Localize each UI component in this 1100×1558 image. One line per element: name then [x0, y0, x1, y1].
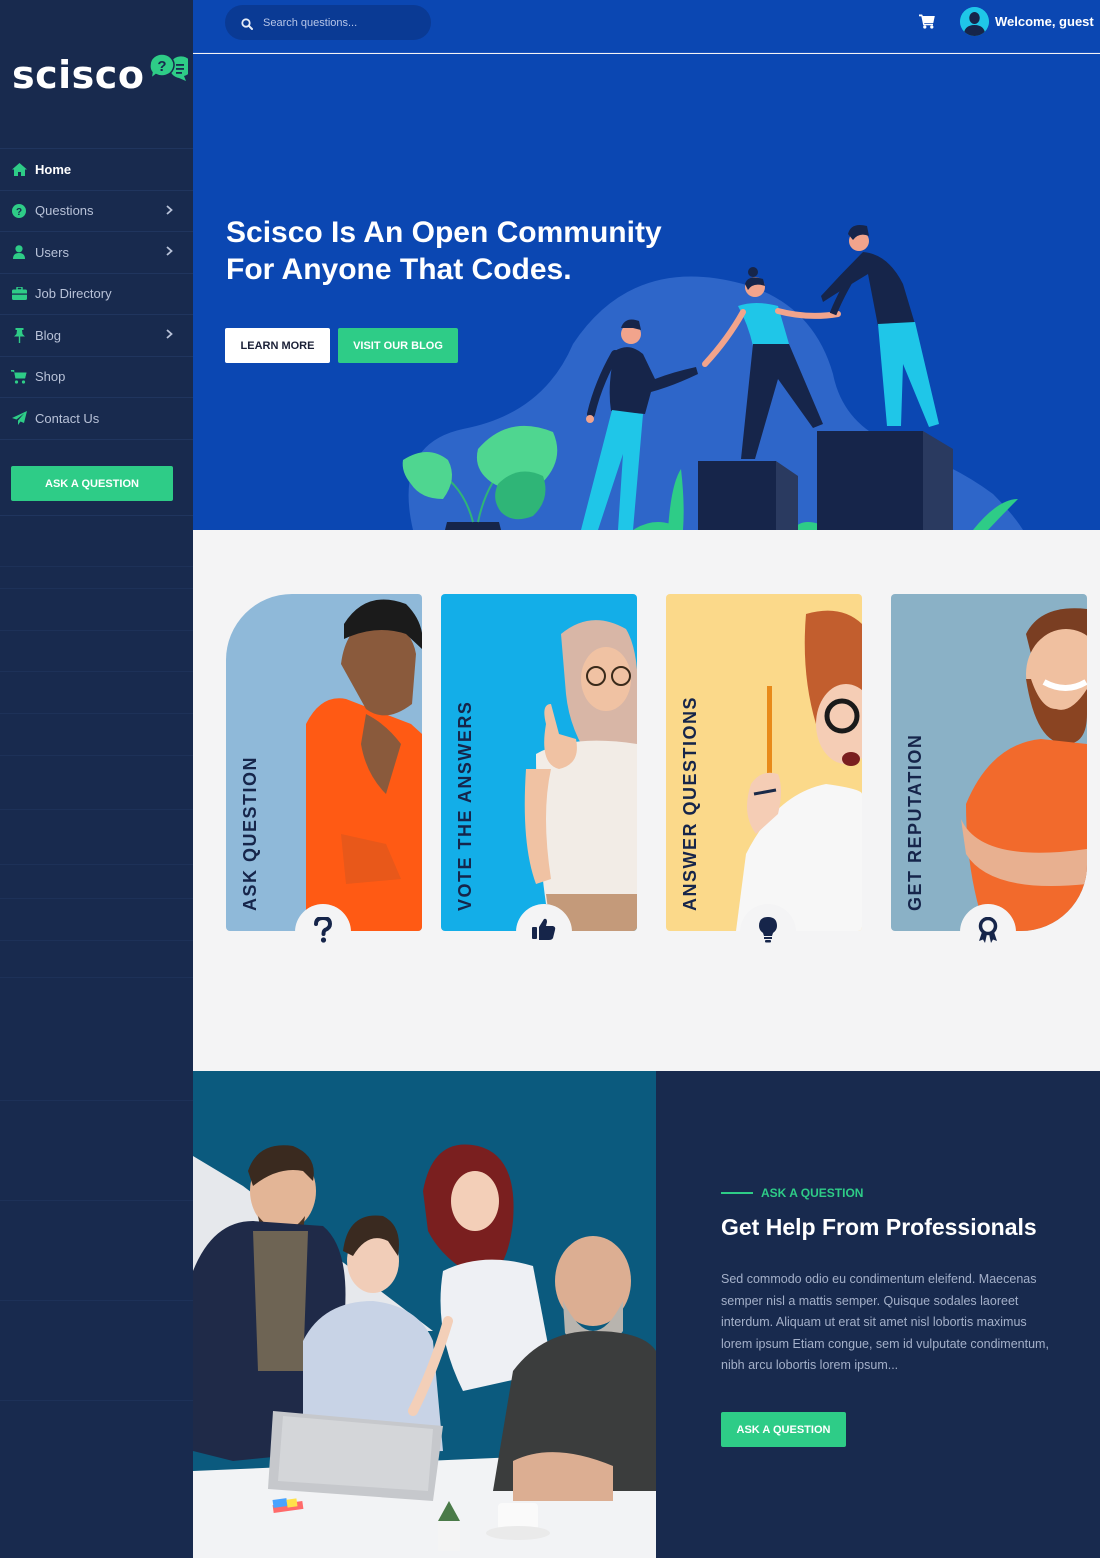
sidebar-item-contact-us[interactable]: Contact Us	[0, 398, 193, 440]
sidebar-item-job-directory[interactable]: Job Directory	[0, 274, 193, 315]
feature-badge	[740, 904, 796, 960]
divider	[0, 1300, 193, 1301]
logo-text: scisco	[12, 53, 145, 97]
sidebar-nav: Home ? Questions Users Job Directory Blo…	[0, 148, 193, 440]
feature-card-vote-answers[interactable]: VOTE THE ANSWERS	[441, 594, 637, 931]
cart-icon	[11, 369, 27, 385]
divider	[0, 809, 193, 810]
section-eyebrow: ASK A QUESTION	[721, 1186, 863, 1200]
divider	[0, 588, 193, 589]
divider	[0, 1400, 193, 1401]
team-photo	[193, 1071, 656, 1558]
question-circle-icon: ?	[11, 203, 27, 219]
sidebar-item-shop[interactable]: Shop	[0, 357, 193, 398]
divider	[0, 566, 193, 567]
thumbs-up-icon	[532, 917, 556, 946]
features-section: ASK QUESTION VOTE THE ANSWERS ANSWER QUE…	[193, 530, 1100, 1071]
divider	[0, 755, 193, 756]
svg-text:?: ?	[16, 207, 22, 218]
divider	[0, 671, 193, 672]
section-description: Sed commodo odio eu condimentum eleifend…	[721, 1272, 1049, 1372]
hero-illustration	[402, 225, 1023, 530]
sidebar-item-label: Shop	[35, 369, 66, 385]
ask-question-button[interactable]: ASK A QUESTION	[721, 1412, 846, 1447]
welcome-text: Welcome, guest	[995, 14, 1094, 29]
sidebar-item-home[interactable]: Home	[0, 149, 193, 191]
eyebrow-line	[721, 1192, 753, 1194]
avatar	[960, 7, 989, 36]
briefcase-icon	[11, 286, 27, 302]
sidebar-ask-question-button[interactable]: ASK A QUESTION	[11, 466, 173, 501]
feature-label: GET REPUTATION	[905, 733, 925, 911]
divider	[0, 1200, 193, 1201]
feature-label: ASK QUESTION	[240, 755, 260, 911]
sidebar: scisco ? Home ? Questions Users Job Dire…	[0, 0, 193, 1558]
sidebar-item-label: Users	[35, 244, 69, 260]
pin-icon	[11, 327, 27, 343]
paper-plane-icon	[11, 410, 27, 426]
feature-card-ask-question[interactable]: ASK QUESTION	[226, 594, 422, 931]
top-bar: Welcome, guest	[193, 0, 1100, 53]
section-title: Get Help From Professionals	[721, 1214, 1037, 1240]
feature-badge	[960, 904, 1016, 960]
eyebrow-text: ASK A QUESTION	[761, 1186, 864, 1200]
feature-card-get-reputation[interactable]: GET REPUTATION	[891, 594, 1087, 931]
lightbulb-icon	[759, 917, 777, 948]
feature-card-answer-questions[interactable]: ANSWER QUESTIONS	[666, 594, 862, 931]
sidebar-item-blog[interactable]: Blog	[0, 315, 193, 357]
svg-text:?: ?	[158, 58, 167, 75]
sidebar-item-label: Blog	[35, 327, 62, 343]
divider	[0, 864, 193, 865]
divider	[0, 713, 193, 714]
feature-label: ANSWER QUESTIONS	[680, 695, 700, 911]
hero-section: Scisco Is An Open Community For Anyone T…	[193, 54, 1100, 530]
sidebar-item-label: Questions	[35, 203, 94, 219]
home-icon	[11, 161, 27, 177]
user-menu[interactable]: Welcome, guest	[960, 7, 1094, 36]
user-icon	[11, 244, 27, 260]
chat-bubbles-icon: ?	[148, 53, 193, 89]
question-mark-icon	[314, 915, 333, 948]
divider	[0, 1100, 193, 1101]
divider	[0, 898, 193, 899]
cart-icon[interactable]	[919, 14, 935, 30]
help-section: ASK A QUESTION Get Help From Professiona…	[193, 1071, 1100, 1558]
search-box[interactable]	[225, 5, 431, 40]
learn-more-button[interactable]: LEARN MORE	[225, 328, 330, 363]
sidebar-item-label: Home	[35, 161, 72, 177]
search-icon	[241, 17, 253, 30]
sidebar-item-questions[interactable]: ? Questions	[0, 191, 193, 232]
chevron-right-icon	[166, 328, 173, 342]
feature-badge	[516, 904, 572, 960]
feature-badge	[295, 904, 351, 960]
divider	[0, 940, 193, 941]
award-icon	[978, 916, 998, 948]
sidebar-item-label: Job Directory	[35, 286, 112, 302]
chevron-right-icon	[166, 204, 173, 218]
sidebar-item-label: Contact Us	[35, 410, 100, 426]
logo[interactable]: scisco ?	[12, 53, 193, 97]
divider	[0, 630, 193, 631]
search-input[interactable]	[263, 16, 413, 29]
sidebar-cta-container: ASK A QUESTION	[0, 440, 193, 516]
feature-label: VOTE THE ANSWERS	[455, 700, 475, 911]
chevron-right-icon	[166, 245, 173, 259]
divider	[0, 977, 193, 978]
sidebar-item-users[interactable]: Users	[0, 232, 193, 274]
